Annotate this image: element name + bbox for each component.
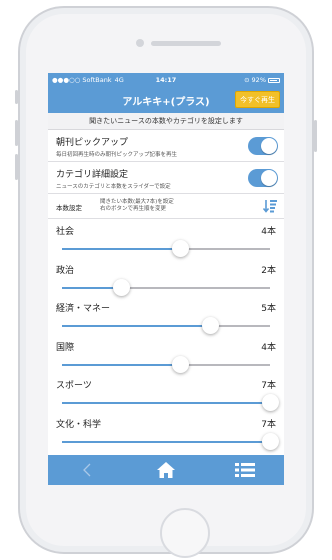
slider-track[interactable] [62,440,270,443]
category-count: 5本 [261,304,276,314]
category-detail-sub: ニュースのカテゴリと本数をスライダーで設定 [56,184,171,190]
page-title: アルキキ+(プラス) [122,96,210,108]
nav-bar: アルキキ+(プラス) 今すぐ再生 [48,87,284,113]
slider-thumb[interactable] [202,317,220,334]
category-count: 2本 [261,265,276,276]
volume-down-button [15,154,18,180]
tab-bar [48,455,284,485]
earpiece-speaker [151,41,221,46]
category-name: 政治 [56,265,75,276]
settings-description: 聞きたいニュースの本数やカテゴリを設定します [48,113,284,130]
category-slider-row: スポーツ 7本 [48,373,284,412]
morning-pickup-sub: 毎日初回再生時のみ朝刊ピックアップ記事を再生 [56,152,178,158]
power-button [314,120,317,152]
category-name: 国際 [56,342,75,353]
sort-order-icon[interactable] [263,199,277,213]
category-count: 4本 [261,342,276,353]
slider-thumb[interactable] [261,432,279,450]
category-count: 7本 [261,381,276,391]
note-line-2: 右のボタンで再生順を変更 [100,206,167,212]
front-camera [136,39,144,47]
category-slider-row: 国際 4本 [48,335,284,374]
slider-fill [62,440,270,443]
slider-fill [62,402,270,404]
category-count: 4本 [261,227,276,237]
category-name: 社会 [56,227,75,237]
slider-track[interactable] [62,402,270,404]
category-name: スポーツ [56,381,92,391]
slider-thumb[interactable] [172,355,190,373]
home-icon [157,462,175,478]
category-slider-row: 文化・科学 7本 [48,412,284,451]
home-tab[interactable] [127,455,206,485]
app-screen: ●●●○○ SoftBank 4G 14:17 ⊙ 92% アルキキ+(プラス)… [48,73,284,485]
menu-list-icon [234,463,255,477]
category-name: 経済・マネー [56,304,111,314]
menu-tab[interactable] [205,455,284,485]
morning-pickup-label: 朝刊ピックアップ [56,138,129,148]
note-line-1: 聞きたい本数(最大7本)を設定 [100,199,174,205]
category-slider-row: 政治 2本 [48,258,284,297]
slider-thumb[interactable] [172,240,190,257]
slider-fill [62,248,181,250]
mute-switch [15,90,18,104]
category-detail-toggle[interactable] [248,169,278,187]
battery-icon [268,77,280,83]
slider-fill [62,325,211,327]
slider-fill [62,363,181,366]
category-slider-list: 社会 4本 政治 2本 経済・マネー 5本 国際 4本 スポーツ 7本 文化・科学 7本 [48,219,284,450]
count-setting-note: 聞きたい本数(最大7本)を設定 右のボタンで再生順を変更 [100,199,174,213]
category-count: 7本 [261,419,276,430]
category-detail-label: カテゴリ詳細設定 [56,170,129,180]
category-name: 文化・科学 [56,419,102,430]
category-detail-row: カテゴリ詳細設定 ニュースのカテゴリと本数をスライダーで設定 [48,162,284,194]
toggle-knob [261,138,277,154]
back-chevron-icon [83,463,91,477]
status-bar: ●●●○○ SoftBank 4G 14:17 ⊙ 92% [48,73,284,87]
status-time: 14:17 [155,76,177,84]
play-now-button[interactable]: 今すぐ再生 [235,91,280,108]
count-setting-row: 本数設定 聞きたい本数(最大7本)を設定 右のボタンで再生順を変更 [48,194,284,219]
morning-pickup-row: 朝刊ピックアップ 毎日初回再生時のみ朝刊ピックアップ記事を再生 [48,130,284,162]
category-slider-row: 経済・マネー 5本 [48,296,284,335]
slider-track[interactable] [62,248,270,250]
volume-up-button [15,120,18,146]
category-slider-row: 社会 4本 [48,219,284,258]
toggle-knob [261,170,277,186]
back-tab[interactable] [48,455,127,485]
slider-track[interactable] [62,325,270,327]
home-button[interactable] [160,508,210,558]
morning-pickup-toggle[interactable] [248,137,278,155]
slider-track[interactable] [62,363,270,366]
count-setting-label: 本数設定 [56,204,82,212]
slider-track[interactable] [62,286,270,289]
slider-thumb[interactable] [112,278,130,296]
slider-thumb[interactable] [261,394,279,411]
